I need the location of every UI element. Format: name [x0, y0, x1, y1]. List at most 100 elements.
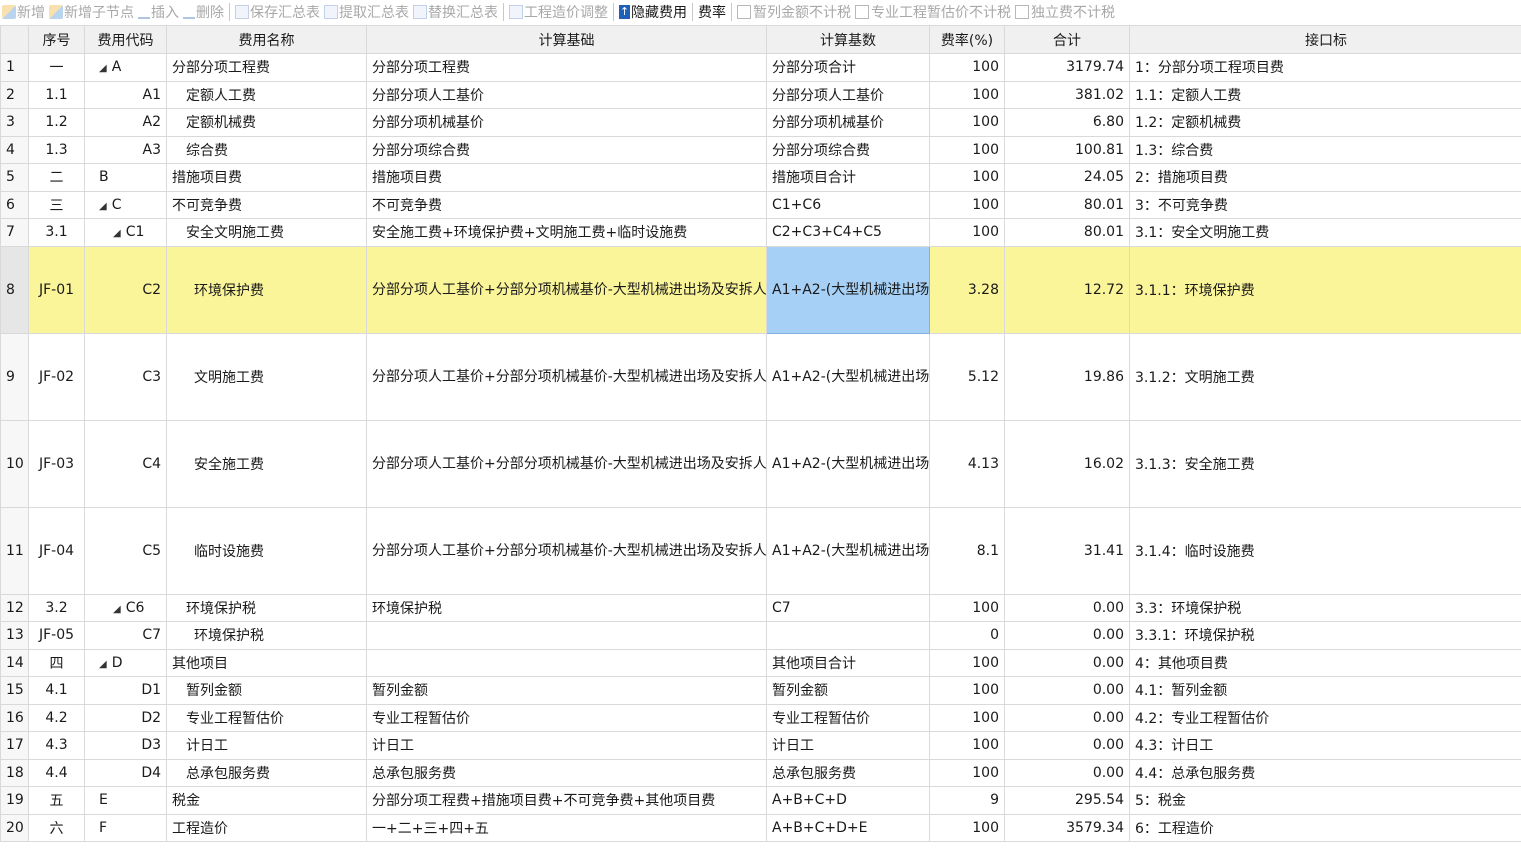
base-cell[interactable]: 其他项目合计 — [766, 648, 930, 677]
rate-cell[interactable]: 100 — [929, 813, 1005, 842]
basis-cell[interactable]: 安全施工费+环境保护费+文明施工费+临时设施费 — [366, 218, 767, 247]
seq-cell[interactable]: 三 — [28, 190, 85, 219]
rate-cell[interactable]: 100 — [929, 703, 1005, 732]
base-cell[interactable]: A1+A2-(大型机械进出场及安拆人工基价+大型机械进出场及安拆机械基价) — [766, 245, 930, 334]
table-row[interactable]: 18 4.4 D4 总承包服务费 总承包服务费 总承包服务费 100 0.00 4.4：总承包服… — [0, 758, 1521, 787]
name-cell[interactable]: 定额人工费 — [166, 80, 367, 109]
total-cell[interactable]: 381.02 — [1004, 80, 1130, 109]
total-cell[interactable]: 295.54 — [1004, 786, 1130, 815]
total-cell[interactable]: 0.00 — [1004, 593, 1130, 622]
delete-button[interactable]: 删除 — [181, 1, 226, 23]
basis-cell[interactable]: 分部分项人工基价+分部分项机械基价-大型机械进出场及安拆人工基价-大型机械进出场… — [366, 506, 767, 595]
name-cell[interactable]: 定额机械费 — [166, 108, 367, 137]
code-cell[interactable]: D1 — [84, 676, 167, 705]
row-number[interactable]: 9 — [0, 332, 29, 421]
interface-cell[interactable]: 3.1.1：环境保护费 — [1129, 245, 1521, 334]
code-cell[interactable]: D3 — [84, 731, 167, 760]
replace-summary-button[interactable]: 替换汇总表 — [411, 1, 500, 23]
basis-cell[interactable]: 一+二+三+四+五 — [366, 813, 767, 842]
add-child-button[interactable]: 新增子节点 — [47, 1, 136, 23]
base-cell[interactable]: C7 — [766, 593, 930, 622]
code-cell[interactable]: ◢ C1 — [84, 218, 167, 247]
rate-cell[interactable]: 100 — [929, 593, 1005, 622]
code-cell[interactable]: A1 — [84, 80, 167, 109]
hide-fee-button[interactable]: ↑ 隐藏费用 — [617, 1, 689, 23]
rate-cell[interactable]: 0 — [929, 621, 1005, 650]
table-row[interactable]: 12 3.2 ◢ C6 环境保护税 环境保护税 C7 100 0.00 3.3：环境保护税 — [0, 593, 1521, 622]
interface-cell[interactable]: 3.3：环境保护税 — [1129, 593, 1521, 622]
base-cell[interactable]: 暂列金额 — [766, 676, 930, 705]
base-cell[interactable]: A1+A2-(大型机械进出场及安拆人工基价+大型机械进出场及安拆机械基价) — [766, 506, 930, 595]
table-row[interactable]: 6 三 ◢ C 不可竞争费 不可竞争费 C1+C6 100 80.01 3：不可竞争费 — [0, 190, 1521, 219]
interface-cell[interactable]: 3.1.3：安全施工费 — [1129, 419, 1521, 508]
basis-cell[interactable]: 分部分项工程费 — [366, 53, 767, 82]
seq-cell[interactable]: 4.4 — [28, 758, 85, 787]
row-number[interactable]: 17 — [0, 731, 29, 760]
column-header-rate[interactable]: 费率(%) — [929, 25, 1005, 54]
row-number[interactable]: 1 — [0, 53, 29, 82]
row-number[interactable]: 15 — [0, 676, 29, 705]
code-cell[interactable]: A3 — [84, 135, 167, 164]
code-cell[interactable]: ◢ D — [84, 648, 167, 677]
column-header-basis[interactable]: 计算基础 — [366, 25, 767, 54]
basis-cell[interactable] — [366, 621, 767, 650]
table-row[interactable]: 1 一 ◢ A 分部分项工程费 分部分项工程费 分部分项合计 100 3179.74 1：分部分项… — [0, 53, 1521, 82]
table-row[interactable]: 13 JF-05 C7 环境保护税 0 0.00 3.3.1：环境保护税 — [0, 621, 1521, 650]
base-cell[interactable]: 分部分项机械基价 — [766, 108, 930, 137]
collapse-triangle-icon[interactable]: ◢ — [113, 604, 121, 615]
row-number[interactable]: 5 — [0, 163, 29, 192]
table-row[interactable]: 16 4.2 D2 专业工程暂估价 专业工程暂估价 专业工程暂估价 100 0.00 4.2：专… — [0, 703, 1521, 732]
rate-cell[interactable]: 100 — [929, 190, 1005, 219]
basis-cell[interactable]: 分部分项人工基价+分部分项机械基价-大型机械进出场及安拆人工基价-大型机械进出场… — [366, 419, 767, 508]
interface-cell[interactable]: 1.1：定额人工费 — [1129, 80, 1521, 109]
name-cell[interactable]: 专业工程暂估价 — [166, 703, 367, 732]
table-row[interactable]: 3 1.2 A2 定额机械费 分部分项机械基价 分部分项机械基价 100 6.80 1.2：定额… — [0, 108, 1521, 137]
total-cell[interactable]: 12.72 — [1004, 245, 1130, 334]
base-cell[interactable]: 分部分项合计 — [766, 53, 930, 82]
row-number[interactable]: 4 — [0, 135, 29, 164]
row-number[interactable]: 8 — [0, 245, 29, 334]
name-cell[interactable]: 不可竞争费 — [166, 190, 367, 219]
base-cell[interactable]: 计日工 — [766, 731, 930, 760]
table-row[interactable]: 19 五 E 税金 分部分项工程费+措施项目费+不可竞争费+其他项目费 A+B+C+D 9 2… — [0, 786, 1521, 815]
name-cell[interactable]: 环境保护税 — [166, 593, 367, 622]
basis-cell[interactable]: 分部分项人工基价 — [366, 80, 767, 109]
name-cell[interactable]: 税金 — [166, 786, 367, 815]
interface-cell[interactable]: 2：措施项目费 — [1129, 163, 1521, 192]
name-cell[interactable]: 工程造价 — [166, 813, 367, 842]
row-number[interactable]: 16 — [0, 703, 29, 732]
base-cell[interactable]: 措施项目合计 — [766, 163, 930, 192]
rate-cell[interactable]: 100 — [929, 648, 1005, 677]
collapse-triangle-icon[interactable]: ◢ — [99, 63, 107, 74]
basis-cell[interactable]: 分部分项工程费+措施项目费+不可竞争费+其他项目费 — [366, 786, 767, 815]
collapse-triangle-icon[interactable]: ◢ — [113, 228, 121, 239]
seq-cell[interactable]: JF-05 — [28, 621, 85, 650]
seq-cell[interactable]: 一 — [28, 53, 85, 82]
name-cell[interactable]: 文明施工费 — [166, 332, 367, 421]
name-cell[interactable]: 环境保护费 — [166, 245, 367, 334]
total-cell[interactable]: 0.00 — [1004, 703, 1130, 732]
base-cell[interactable]: A+B+C+D — [766, 786, 930, 815]
seq-cell[interactable]: 3.2 — [28, 593, 85, 622]
row-number[interactable]: 14 — [0, 648, 29, 677]
interface-cell[interactable]: 4.1：暂列金额 — [1129, 676, 1521, 705]
row-number[interactable]: 3 — [0, 108, 29, 137]
table-row[interactable]: 20 六 F 工程造价 一+二+三+四+五 A+B+C+D+E 100 3579.34 6：工程… — [0, 813, 1521, 842]
table-row[interactable]: 15 4.1 D1 暂列金额 暂列金额 暂列金额 100 0.00 4.1：暂列金额 — [0, 676, 1521, 705]
row-number[interactable]: 13 — [0, 621, 29, 650]
rate-cell[interactable]: 100 — [929, 108, 1005, 137]
rate-cell[interactable]: 9 — [929, 786, 1005, 815]
total-cell[interactable]: 19.86 — [1004, 332, 1130, 421]
total-cell[interactable]: 0.00 — [1004, 731, 1130, 760]
seq-cell[interactable]: 1.2 — [28, 108, 85, 137]
base-cell[interactable]: A1+A2-(大型机械进出场及安拆人工基价+大型机械进出场及安拆机械基价) — [766, 419, 930, 508]
total-cell[interactable]: 16.02 — [1004, 419, 1130, 508]
rate-cell[interactable]: 100 — [929, 163, 1005, 192]
base-cell[interactable]: A+B+C+D+E — [766, 813, 930, 842]
interface-cell[interactable]: 5：税金 — [1129, 786, 1521, 815]
interface-cell[interactable]: 1.2：定额机械费 — [1129, 108, 1521, 137]
row-number[interactable]: 7 — [0, 218, 29, 247]
interface-cell[interactable]: 4.4：总承包服务费 — [1129, 758, 1521, 787]
name-cell[interactable]: 环境保护税 — [166, 621, 367, 650]
code-cell[interactable]: C2 — [84, 245, 167, 334]
